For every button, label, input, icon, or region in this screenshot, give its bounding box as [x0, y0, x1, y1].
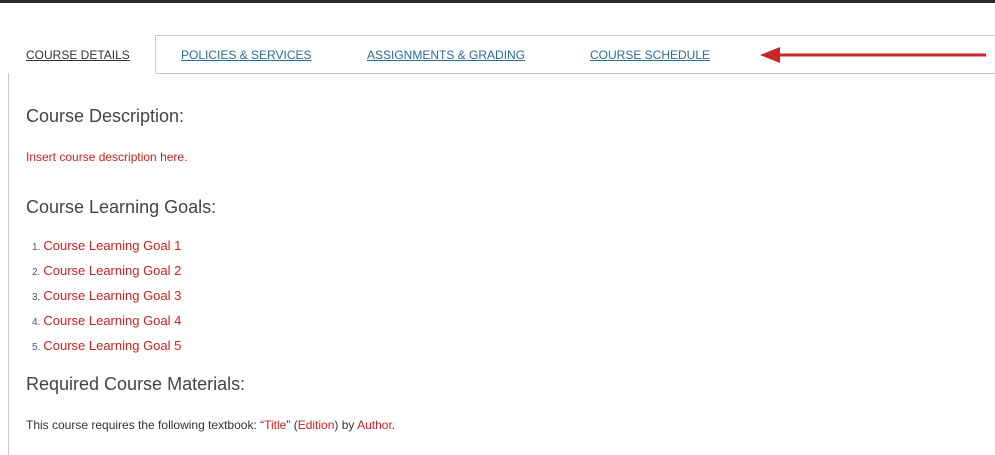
tab-course-details[interactable]: COURSE DETAILS — [8, 35, 156, 73]
materials-mid2: ) by — [334, 418, 358, 432]
course-description-text: Insert course description here. — [26, 150, 188, 164]
list-item-number: 5. — [32, 342, 41, 353]
materials-suffix: . — [391, 418, 396, 432]
tab-bar-baseline — [156, 73, 995, 74]
textbook-author: Author — [357, 418, 392, 432]
list-item-label: Course Learning Goal 3 — [43, 288, 182, 303]
learning-goals-list: 1. Course Learning Goal 1 2. Course Learni… — [32, 233, 181, 358]
tab-course-details-label: COURSE DETAILS — [26, 48, 130, 62]
list-item-label: Course Learning Goal 4 — [43, 313, 182, 328]
tab-policies-services[interactable]: POLICIES & SERVICES — [181, 48, 312, 62]
required-materials-heading: Required Course Materials: — [26, 374, 246, 394]
list-item-label: Course Learning Goal 5 — [43, 338, 182, 353]
list-item: 4. Course Learning Goal 4 — [32, 308, 181, 333]
materials-prefix: This course requires the following textb… — [26, 418, 265, 432]
list-item: 5. Course Learning Goal 5 — [32, 333, 181, 358]
list-item: 1. Course Learning Goal 1 — [32, 233, 181, 258]
list-item-number: 3. — [32, 292, 41, 303]
course-description-heading: Course Description: — [26, 106, 185, 126]
list-item-number: 1. — [32, 242, 41, 253]
tab-course-schedule[interactable]: COURSE SCHEDULE — [590, 48, 710, 62]
list-item-label: Course Learning Goal 1 — [43, 238, 182, 253]
list-item: 3. Course Learning Goal 3 — [32, 283, 181, 308]
top-divider — [0, 0, 995, 3]
textbook-title: Title — [264, 418, 287, 432]
list-item-number: 2. — [32, 267, 41, 278]
required-materials-text: This course requires the following textb… — [26, 418, 395, 432]
list-item-number: 4. — [32, 317, 41, 328]
materials-mid1: ” ( — [286, 418, 298, 432]
left-arrow-icon — [760, 47, 986, 63]
tab-assignments-grading[interactable]: ASSIGNMENTS & GRADING — [367, 48, 525, 62]
list-item-label: Course Learning Goal 2 — [43, 263, 182, 278]
list-item: 2. Course Learning Goal 2 — [32, 258, 181, 283]
textbook-edition: Edition — [297, 418, 335, 432]
learning-goals-heading: Course Learning Goals: — [26, 197, 217, 217]
